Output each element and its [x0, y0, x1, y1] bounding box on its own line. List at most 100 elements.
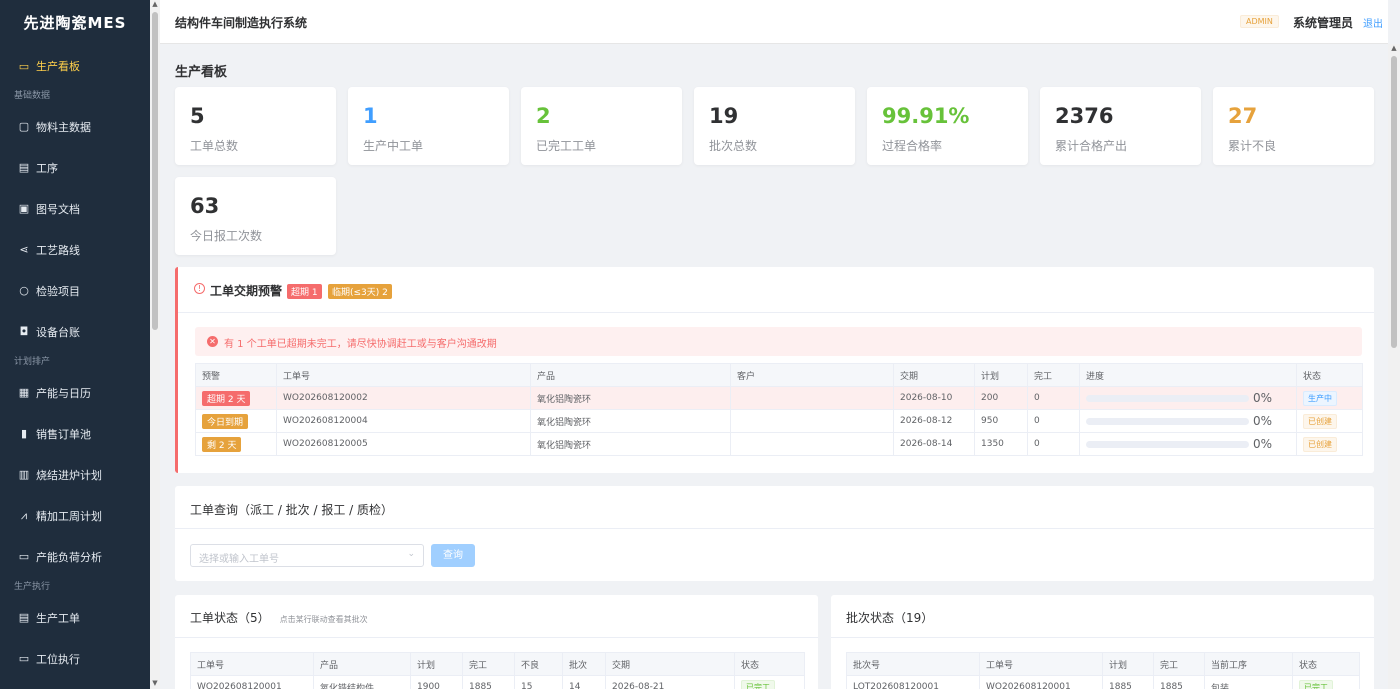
- main-content: 生产看板 5 工单总数 1 生产中工单 2 已完工工单 19 批次总数 99.91% 过程合格率 2…: [160, 44, 1388, 689]
- document-icon: ▤: [18, 161, 30, 174]
- wo-status-hint: 点击某行联动查看其批次: [279, 615, 368, 624]
- divider: [175, 637, 818, 638]
- stat-label: 批次总数: [709, 139, 758, 153]
- status-cell: 已创建: [1296, 409, 1363, 433]
- cell-wo: WO202608120002: [276, 386, 531, 410]
- cell-plan: 200: [974, 386, 1028, 410]
- sidebar-item[interactable]: ▮ 销售订单池: [0, 413, 150, 454]
- bar-chart-icon: ▥: [18, 468, 30, 481]
- select-placeholder: 选择或输入工单号: [199, 554, 279, 565]
- wo-status-table: 工单号 产品 计划 完工 不良 批次 交期 状态 WO202608120001 氧化锆结构件 19…: [190, 652, 805, 689]
- sidebar-item[interactable]: ▥ 烧结进炉计划: [0, 454, 150, 495]
- due-date-alert-card: ! 工单交期预警 超期 1 临期(≤3天) 2 ✕ 有 1 个工单已超期未完工，…: [175, 267, 1374, 473]
- warn-badge: 剩 2 天: [202, 436, 242, 452]
- brand-logo: 先进陶瓷MES: [23, 14, 127, 32]
- sidebar-item-dashboard[interactable]: ▭ 生产看板: [0, 46, 150, 86]
- cell-done: 0: [1027, 386, 1080, 410]
- wo-status-title: 工单状态（5） 点击某行联动查看其批次: [190, 609, 368, 626]
- sidebar-item[interactable]: ▦ 产能与日历: [0, 372, 150, 413]
- column-header: 完工: [1153, 652, 1205, 676]
- stat-value: 19: [709, 104, 739, 128]
- stat-card: 2376 累计合格产出: [1040, 87, 1201, 165]
- trend-icon: ⩘: [20, 509, 28, 522]
- logout-link[interactable]: 退出: [1363, 15, 1383, 30]
- table-row[interactable]: WO202608120001 氧化锆结构件 1900 1885 15 14 2026-08-…: [190, 675, 805, 689]
- scroll-up-icon[interactable]: ▲: [150, 0, 160, 10]
- warn-badge: 今日到期: [202, 413, 249, 429]
- progress-cell: 0%: [1079, 386, 1297, 410]
- stat-label: 已完工工单: [536, 139, 597, 153]
- cell-wo: WO202608120001: [190, 675, 314, 689]
- progress-text: 0%: [1253, 437, 1273, 451]
- cell-done: 0: [1027, 409, 1080, 433]
- sidebar-item[interactable]: ◘ 设备台账: [0, 311, 150, 352]
- cell-lot: LOT202608120001: [846, 675, 980, 689]
- query-button[interactable]: 查询: [431, 544, 475, 567]
- cell-product: 氧化锆结构件: [313, 675, 411, 689]
- warn-badge: 超期 2 天: [202, 390, 251, 406]
- near-due-tag: 临期(≤3天) 2: [328, 284, 392, 299]
- scrollbar-thumb[interactable]: [1391, 56, 1397, 348]
- column-header: 交期: [605, 652, 735, 676]
- monitor-icon: ▭: [18, 550, 30, 563]
- page-title: 生产看板: [175, 65, 228, 80]
- stat-value: 63: [190, 194, 220, 218]
- cell-customer: [730, 432, 894, 456]
- cell-due: 2026-08-14: [893, 432, 975, 456]
- query-title: 工单查询（派工 / 批次 / 报工 / 质检）: [190, 503, 394, 517]
- stat-card: 63 今日报工次数: [175, 177, 336, 255]
- sidebar-item[interactable]: ▭ 工位执行: [0, 638, 150, 679]
- sidebar-item[interactable]: ▤ 生产工单: [0, 597, 150, 638]
- status-cell: 生产中: [1296, 386, 1363, 410]
- sidebar-item-label: 生产看板: [36, 60, 80, 73]
- sidebar-item[interactable]: ○ 检验项目: [0, 270, 150, 311]
- stat-card: 1 生产中工单: [348, 87, 509, 165]
- cell-due: 2026-08-21: [605, 675, 735, 689]
- column-header: 工单号: [190, 652, 314, 676]
- cell-product: 氧化铝陶瓷环: [530, 386, 731, 410]
- scroll-down-icon[interactable]: ▼: [150, 679, 160, 689]
- stat-value: 2376: [1055, 104, 1114, 128]
- sidebar-item[interactable]: ▣ 图号文档: [0, 188, 150, 229]
- document-icon: ▤: [18, 611, 30, 624]
- sidebar-item-label: 产能与日历: [36, 386, 91, 400]
- status-cell: 已完工: [734, 675, 805, 689]
- sidebar-item-label: 图号文档: [36, 202, 80, 216]
- stat-card: 99.91% 过程合格率: [867, 87, 1028, 165]
- main-scrollbar[interactable]: ▲: [1388, 44, 1400, 689]
- cell-due: 2026-08-10: [893, 386, 975, 410]
- monitor-icon: ▭: [18, 59, 30, 73]
- sidebar-item[interactable]: ⩘ 精加工周计划: [0, 495, 150, 536]
- table-row[interactable]: 剩 2 天 WO202608120005 氧化铝陶瓷环 2026-08-14 1350 0…: [195, 432, 1363, 456]
- table-row[interactable]: 超期 2 天 WO202608120002 氧化铝陶瓷环 2026-08-10 200 0…: [195, 386, 1363, 410]
- lot-status-title: 批次状态（19）: [846, 611, 934, 625]
- table-row[interactable]: LOT202608120001 WO202608120001 1885 1885 包装已…: [846, 675, 1360, 689]
- warning-icon: !: [194, 283, 205, 294]
- overdue-banner: ✕ 有 1 个工单已超期未完工，请尽快协调赶工或与客户沟通改期: [195, 327, 1362, 356]
- column-header: 当前工序: [1204, 652, 1293, 676]
- status-badge: 已完工: [1299, 679, 1333, 689]
- wo-select-input[interactable]: 选择或输入工单号 ⌄: [190, 544, 424, 567]
- sidebar-nav: 基础数据 ▢ 物料主数据 ▤ 工序 ▣ 图号文档 ⋖ 工艺路线 ○ 检验项目 ◘ 设备台账 计划排产 ▦ 产能…: [0, 86, 150, 679]
- sidebar-item[interactable]: ▭ 产能负荷分析: [0, 536, 150, 577]
- cell-plan: 950: [974, 409, 1028, 433]
- sidebar-item[interactable]: ▢ 物料主数据: [0, 106, 150, 147]
- status-badge: 生产中: [1303, 390, 1337, 406]
- stat-label: 过程合格率: [882, 139, 943, 153]
- cell-wo: WO202608120005: [276, 432, 531, 456]
- progress-bar: [1086, 440, 1249, 448]
- scrollbar-thumb[interactable]: [152, 12, 158, 330]
- stat-value: 2: [536, 104, 551, 128]
- column-header: 批次: [562, 652, 606, 676]
- cell-plan: 1900: [410, 675, 463, 689]
- sidebar-item[interactable]: ▤ 工序: [0, 147, 150, 188]
- warn-cell: 剩 2 天: [195, 432, 277, 456]
- scroll-up-icon[interactable]: ▲: [1388, 44, 1400, 52]
- cell-product: 氧化铝陶瓷环: [530, 432, 731, 456]
- stat-label: 累计不良: [1228, 139, 1277, 153]
- divider: [831, 637, 1374, 638]
- sidebar-item[interactable]: ⋖ 工艺路线: [0, 229, 150, 270]
- overdue-tag: 超期 1: [287, 284, 322, 299]
- sidebar-scrollbar[interactable]: ▲ ▼: [150, 0, 160, 689]
- table-row[interactable]: 今日到期 WO202608120004 氧化铝陶瓷环 2026-08-12 950 0 0%…: [195, 409, 1363, 433]
